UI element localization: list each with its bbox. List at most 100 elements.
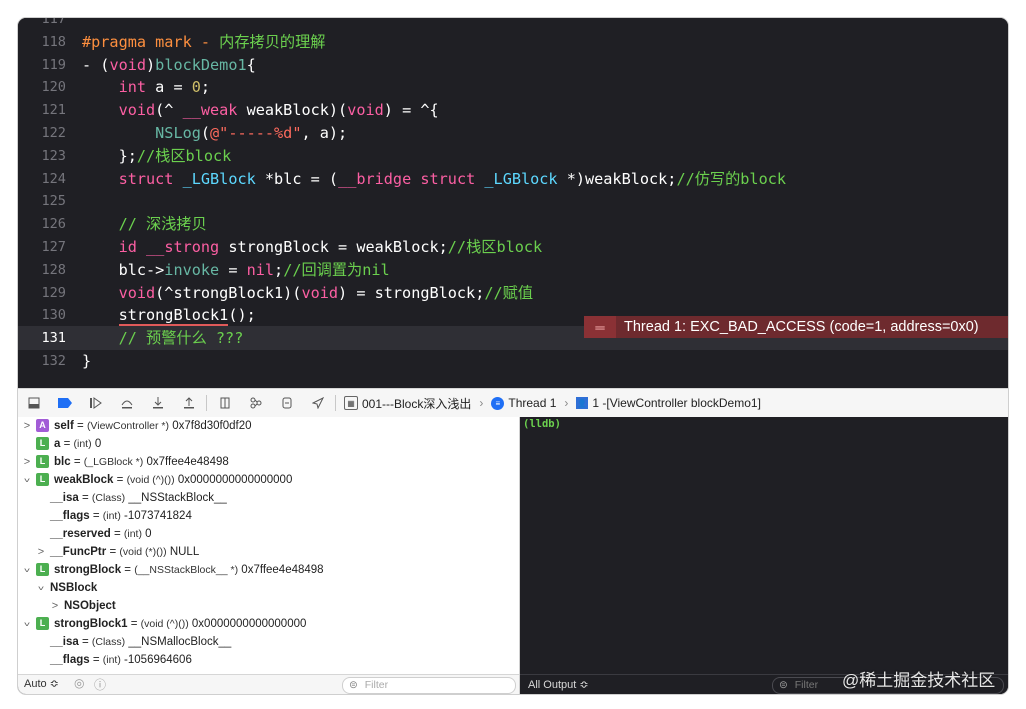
variable-row[interactable]: v NSBlock [18, 579, 518, 597]
variable-type: (int) [102, 510, 121, 522]
code-token: (); [228, 306, 256, 325]
error-message: Thread 1: EXC_BAD_ACCESS (code=1, addres… [624, 319, 979, 335]
environment-overrides-icon[interactable] [271, 389, 302, 417]
code-token: , a); [301, 124, 348, 142]
code-token: // 预警什么 ??? [118, 329, 244, 348]
code-token: //栈区block [447, 238, 543, 256]
code-line[interactable]: 123 };//栈区block [18, 144, 1008, 168]
variable-row[interactable]: > __FuncPtr = (void (*)()) NULL [18, 543, 518, 561]
chevron-down-icon[interactable]: v [22, 565, 32, 576]
breadcrumb-thread[interactable]: Thread 1 [508, 396, 556, 410]
local-badge-icon: L [36, 473, 49, 486]
line-number: 118 [41, 33, 66, 50]
chevron-down-icon[interactable]: v [22, 475, 32, 486]
code-line[interactable]: 121 void(^ __weak weakBlock)(void) = ^{ [18, 98, 1008, 122]
variable-type: (int) [102, 654, 121, 666]
variable-row[interactable]: > Lblc = (_LGBlock *) 0x7ffee4e48498 [18, 453, 518, 471]
line-number: 131 [41, 330, 66, 347]
variable-row[interactable]: v LstrongBlock1 = (void (^)()) 0x00000000… [18, 615, 518, 633]
variable-row[interactable]: __flags = (int) -1056964606 [18, 651, 518, 669]
variable-name: __FuncPtr [50, 546, 107, 558]
chevron-right-icon[interactable]: > [50, 597, 60, 615]
eye-icon[interactable]: ◎ [74, 676, 84, 690]
variable-row[interactable]: v LstrongBlock = (__NSStackBlock__ *) 0x7… [18, 561, 518, 579]
code-line[interactable]: 119 - (void)blockDemo1{ [18, 53, 1008, 77]
error-badge-icon: ═ [584, 316, 616, 338]
variable-name: __isa [50, 636, 79, 648]
user-frame-icon: 👤 [576, 397, 589, 409]
code-token: ) = ^{ [383, 101, 439, 120]
variable-row[interactable]: __isa = (Class) __NSStackBlock__ [18, 489, 518, 507]
variable-value: 0x0000000000000000 [191, 618, 307, 630]
local-badge-icon: L [36, 563, 49, 576]
code-line[interactable]: 129 void(^strongBlock1)(void) = strongBl… [18, 281, 1008, 305]
code-token: a = [146, 78, 192, 97]
code-line[interactable]: 132} [18, 349, 1008, 373]
variable-value: NULL [169, 546, 200, 558]
code-line[interactable]: 128 blc->invoke = nil;//回调置为nil [18, 258, 1008, 282]
code-token: // 深浅拷贝 [118, 215, 207, 234]
code-line[interactable]: 124 struct _LGBlock *blc = (__bridge str… [18, 167, 1008, 191]
scope-selector[interactable]: Auto ≎ [24, 677, 59, 690]
step-into-icon[interactable] [142, 389, 173, 417]
code-token: (^strongBlock1)( [155, 283, 302, 302]
code-token: void [118, 101, 156, 120]
breadcrumb-target[interactable]: 001---Block深入浅出 [362, 395, 471, 412]
chevron-down-icon[interactable]: v [22, 619, 32, 630]
code-token: @"-----%d" [210, 124, 302, 142]
code-token: ; [274, 260, 284, 279]
variable-value: 0x7f8d30f0df20 [172, 420, 252, 432]
chevron-right-icon[interactable]: > [36, 543, 46, 561]
continue-icon[interactable] [80, 389, 111, 417]
variables-view[interactable]: > Aself = (ViewController *) 0x7f8d30f0df… [18, 417, 519, 674]
code-text: void(^ __weak weakBlock)(void) = ^{ [82, 98, 439, 122]
variable-row[interactable]: La = (int) 0 [18, 435, 518, 453]
variables-filter-field[interactable]: ⊜ Filter [342, 677, 516, 694]
breadcrumb-frame[interactable]: 1 -[ViewController blockDemo1] [592, 396, 761, 410]
code-line[interactable]: 120 int a = 0; [18, 75, 1008, 99]
location-icon[interactable] [302, 389, 333, 417]
hide-debug-area-icon[interactable] [18, 389, 49, 417]
code-token: void [109, 55, 147, 74]
code-line[interactable]: 127 id __strong strongBlock = weakBlock;… [18, 235, 1008, 259]
variable-row[interactable]: > Aself = (ViewController *) 0x7f8d30f0df… [18, 417, 518, 435]
code-text: struct _LGBlock *blc = (__bridge struct … [82, 167, 786, 191]
code-token: struct [420, 169, 476, 188]
code-line[interactable]: 125 [18, 189, 1008, 213]
chevron-down-icon[interactable]: v [36, 583, 46, 594]
code-token: //回调置为nil [283, 260, 390, 279]
step-over-icon[interactable] [111, 389, 142, 417]
info-icon[interactable]: ⓘ [94, 676, 106, 693]
variable-type: (void (^)()) [126, 474, 175, 486]
variable-name: strongBlock1 [54, 618, 128, 630]
output-selector[interactable]: All Output ≎ [528, 678, 589, 691]
chevron-right-icon[interactable]: > [22, 453, 32, 471]
chevron-right-icon[interactable]: > [22, 417, 32, 435]
code-token: strongBlock1 [118, 306, 229, 327]
variable-row[interactable]: > NSObject [18, 597, 518, 615]
error-annotation[interactable]: ═ Thread 1: EXC_BAD_ACCESS (code=1, addr… [584, 316, 1008, 338]
code-line[interactable]: 126 // 深浅拷贝 [18, 212, 1008, 236]
variable-row[interactable]: __flags = (int) -1073741824 [18, 507, 518, 525]
code-line[interactable]: 118 #pragma mark - 内存拷贝的理解 [18, 30, 1008, 54]
breakpoints-toggle-icon[interactable] [49, 389, 80, 417]
view-hierarchy-icon[interactable] [209, 389, 240, 417]
code-token: struct [118, 169, 174, 188]
code-token: int [118, 78, 147, 97]
code-token: _LGBlock [182, 169, 256, 188]
step-out-icon[interactable] [173, 389, 204, 417]
console-view[interactable]: (lldb) [520, 417, 1008, 674]
code-token: __bridge [338, 169, 412, 188]
code-line[interactable]: 122 NSLog(@"-----%d", a); [18, 121, 1008, 145]
thread-icon: ≡ [491, 396, 505, 410]
variable-row[interactable]: __reserved = (int) 0 [18, 525, 518, 543]
variable-row[interactable]: __isa = (Class) __NSMallocBlock__ [18, 633, 518, 651]
variable-row[interactable]: v LweakBlock = (void (^)()) 0x00000000000… [18, 471, 518, 489]
memory-graph-icon[interactable] [240, 389, 271, 417]
code-token: __strong [146, 238, 220, 256]
code-token: NSLog [155, 124, 201, 142]
